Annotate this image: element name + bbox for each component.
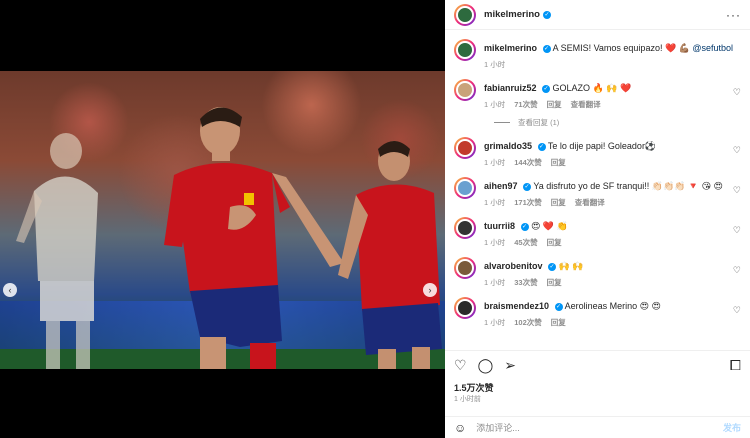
comment-likes[interactable]: 144次赞: [514, 157, 542, 168]
reply-button[interactable]: 回复: [547, 237, 562, 248]
caption: mikelmerino ✓ A SEMIS! Vamos equipazo! ❤…: [454, 39, 741, 70]
add-comment-input[interactable]: 添加评论...: [476, 421, 520, 434]
author-username[interactable]: mikelmerino: [484, 9, 540, 20]
comment-like-heart-icon[interactable]: ♡: [733, 225, 741, 236]
caption-text: A SEMIS! Vamos equipazo! ❤️ 💪🏽: [552, 43, 693, 53]
comment-like-heart-icon[interactable]: ♡: [733, 265, 741, 276]
caption-avatar[interactable]: [454, 39, 476, 61]
comment-text: Aerolineas Merino 😍 😍: [564, 301, 661, 311]
reply-button[interactable]: 回复: [551, 197, 566, 208]
comment-likes[interactable]: 102次赞: [514, 317, 542, 328]
comment-text: GOLAZO 🔥 🙌 ❤️: [552, 83, 632, 93]
author-avatar[interactable]: [454, 3, 476, 26]
ellipsis-icon[interactable]: ···: [726, 8, 741, 22]
comment-text: Ya disfruto yo de SF tranqui!! 👏🏻👏🏻👏🏻 🔻 …: [533, 181, 723, 191]
comment-username[interactable]: aihen97: [484, 181, 518, 191]
comment-text: 🙌 🙌: [558, 261, 584, 271]
post-header: mikelmerino ✓ ···: [445, 0, 750, 30]
verified-badge-icon: ✓: [542, 44, 551, 53]
comment-time: 1 小时: [484, 278, 506, 287]
commenter-avatar[interactable]: [454, 297, 476, 319]
carousel-next-button[interactable]: ›: [423, 283, 437, 297]
reply-button[interactable]: 回复: [551, 157, 566, 168]
teammate-player-figure: [338, 141, 442, 369]
main-player-figure: [164, 107, 344, 369]
comment-text: Te lo dije papi! Goleador⚽: [547, 141, 657, 151]
post-comment-button[interactable]: 发布: [723, 421, 741, 434]
post-media: ‹ ›: [0, 0, 445, 438]
verified-badge-icon: ✓: [523, 182, 532, 191]
commenter-avatar[interactable]: [454, 257, 476, 279]
commenter-avatar[interactable]: [454, 79, 476, 101]
bookmark-icon[interactable]: ⧠: [730, 357, 741, 374]
post-side-panel: mikelmerino ✓ ··· mikelmerino ✓ A SEMIS!…: [445, 0, 750, 438]
post-time: 1 小时前: [454, 396, 481, 403]
comment-text: 😍 ❤️ 👏: [531, 221, 568, 231]
comment-item: braismendez10 ✓ Aerolineas Merino 😍 😍 1 小…: [454, 297, 741, 328]
view-replies-button[interactable]: 查看回复 (1): [494, 117, 741, 128]
verified-badge-icon: ✓: [542, 84, 551, 93]
translate-button[interactable]: 查看翻译: [571, 99, 601, 110]
comment-item: tuurrii8 ✓ 😍 ❤️ 👏 1 小时 45次赞 回复 ♡: [454, 217, 741, 248]
comment-like-heart-icon[interactable]: ♡: [733, 145, 741, 156]
comment-time: 1 小时: [484, 198, 506, 207]
comment-like-heart-icon[interactable]: ♡: [733, 185, 741, 196]
like-heart-icon[interactable]: ♡: [454, 357, 467, 374]
instagram-post-view: ‹ › mikelmerino ✓ ··· mikelmerino ✓ A SE…: [0, 0, 750, 438]
reply-button[interactable]: 回复: [547, 99, 562, 110]
post-photo[interactable]: ‹ ›: [0, 71, 445, 369]
emoji-smile-icon[interactable]: ☺: [454, 421, 466, 435]
add-comment-bar: ☺ 添加评论... 发布: [445, 416, 750, 438]
comment-item: fabianruiz52 ✓ GOLAZO 🔥 🙌 ❤️ 1 小时 71次赞 回复 查看…: [454, 79, 741, 110]
verified-badge-icon: ✓: [554, 302, 563, 311]
comment-like-heart-icon[interactable]: ♡: [733, 305, 741, 316]
caption-username[interactable]: mikelmerino: [484, 43, 537, 53]
comment-likes[interactable]: 171次赞: [514, 197, 542, 208]
comment-likes[interactable]: 71次赞: [514, 99, 537, 110]
caption-time: 1 小时: [484, 60, 506, 69]
comment-item: alvarobenitov ✓ 🙌 🙌 1 小时 33次赞 回复 ♡: [454, 257, 741, 288]
opponent-player-figure: [16, 133, 98, 369]
comment-username[interactable]: grimaldo35: [484, 141, 532, 151]
comment-like-heart-icon[interactable]: ♡: [733, 87, 741, 98]
verified-badge-icon: ✓: [520, 222, 529, 231]
comment-username[interactable]: braismendez10: [484, 301, 549, 311]
comment-likes[interactable]: 33次赞: [514, 277, 537, 288]
comment-username[interactable]: alvarobenitov: [484, 261, 543, 271]
comment-item: aihen97 ✓ Ya disfruto yo de SF tranqui!!…: [454, 177, 741, 208]
comment-container: fabianruiz52 ✓ GOLAZO 🔥 🙌 ❤️ 1 小时 71次赞 回复 查看…: [454, 79, 741, 328]
verified-badge-icon: ✓: [537, 142, 546, 151]
verified-badge-icon: ✓: [548, 262, 557, 271]
comment-time: 1 小时: [484, 100, 506, 109]
carousel-prev-button[interactable]: ‹: [3, 283, 17, 297]
comment-likes[interactable]: 45次赞: [514, 237, 537, 248]
comment-username[interactable]: fabianruiz52: [484, 83, 537, 93]
action-bar: ♡ ◯ ➢ ⧠: [445, 350, 750, 376]
comment-bubble-icon[interactable]: ◯: [478, 357, 494, 374]
reply-button[interactable]: 回复: [551, 317, 566, 328]
comment-item: grimaldo35 ✓ Te lo dije papi! Goleador⚽ 1…: [454, 137, 741, 168]
comment-username[interactable]: tuurrii8: [484, 221, 515, 231]
comment-time: 1 小时: [484, 158, 506, 167]
comment-time: 1 小时: [484, 238, 506, 247]
likes-count[interactable]: 1.5万次赞: [454, 381, 494, 394]
caption-mention-link[interactable]: @sefutbol: [692, 43, 733, 53]
comment-time: 1 小时: [484, 318, 506, 327]
verified-badge-icon: ✓: [542, 10, 551, 19]
comments-list[interactable]: mikelmerino ✓ A SEMIS! Vamos equipazo! ❤…: [445, 30, 750, 342]
commenter-avatar[interactable]: [454, 177, 476, 199]
reply-button[interactable]: 回复: [547, 277, 562, 288]
share-paper-plane-icon[interactable]: ➢: [504, 357, 516, 374]
commenter-avatar[interactable]: [454, 217, 476, 239]
translate-button[interactable]: 查看翻译: [575, 197, 605, 208]
commenter-avatar[interactable]: [454, 137, 476, 159]
